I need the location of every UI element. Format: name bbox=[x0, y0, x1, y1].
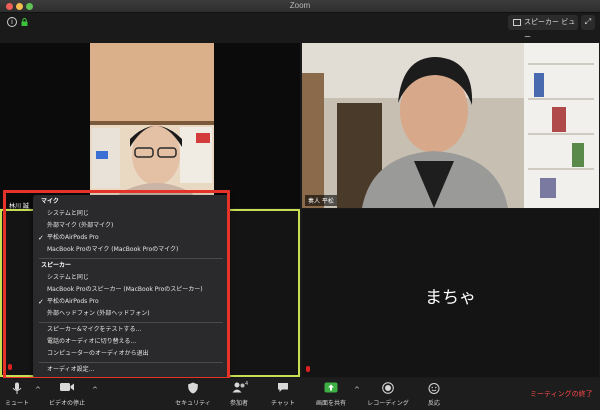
info-icon[interactable]: i bbox=[7, 17, 17, 27]
window-title: Zoom bbox=[289, 1, 311, 10]
menu-divider bbox=[39, 322, 223, 323]
mic-option-label: システムと同じ bbox=[47, 210, 89, 217]
grid-icon bbox=[513, 19, 521, 26]
speaker-option-selected[interactable]: ✓ 平松のAirPods Pro bbox=[33, 296, 229, 308]
mic-option-label: 平松のAirPods Pro bbox=[47, 234, 99, 241]
speaker-option[interactable]: 外部ヘッドフォン (外部ヘッドフォン) bbox=[33, 308, 229, 320]
stop-video-button[interactable]: ビデオの停止 bbox=[44, 378, 90, 410]
mic-option[interactable]: MacBook Proのマイク (MacBook Proのマイク) bbox=[33, 244, 229, 256]
window-titlebar: Zoom bbox=[0, 0, 600, 13]
security-button[interactable]: セキュリティ bbox=[168, 378, 218, 410]
speaker-view-label: スピーカー ビュー bbox=[524, 18, 576, 41]
fullscreen-icon[interactable]: ⤢ bbox=[581, 15, 595, 30]
leave-computer-audio-item[interactable]: コンピューターのオーディオから退出 bbox=[33, 348, 229, 360]
share-screen-label: 画面を共有 bbox=[315, 400, 346, 407]
security-label: セキュリティ bbox=[175, 400, 211, 407]
participant-name-bottom-left: 林川 誠 bbox=[9, 203, 29, 210]
record-button[interactable]: レコーディング bbox=[363, 378, 413, 410]
participants-count: 4 bbox=[245, 381, 249, 387]
participant-name-top-right: 奏人 平松 bbox=[305, 195, 337, 206]
speaker-option[interactable]: MacBook Proのスピーカー (MacBook Proのスピーカー) bbox=[33, 284, 229, 296]
record-label: レコーディング bbox=[367, 400, 409, 407]
video-camera-icon bbox=[60, 383, 74, 391]
mic-section-header: マイク bbox=[41, 198, 59, 205]
meeting-toolbar: ミュート ^ ビデオの停止 ^ セキュリティ 4 参加者 チャット 画面を共有 … bbox=[0, 378, 600, 410]
participants-label: 参加者 bbox=[229, 400, 248, 407]
muted-mic-icon bbox=[306, 366, 310, 372]
end-meeting-button[interactable]: ミーティングの終了 bbox=[530, 389, 593, 399]
reactions-icon bbox=[428, 383, 440, 394]
participants-button[interactable]: 4 参加者 bbox=[226, 378, 252, 410]
reactions-button[interactable]: 反応 bbox=[420, 378, 448, 410]
audio-settings-item[interactable]: オーディオ設定... bbox=[33, 364, 229, 376]
shield-icon bbox=[188, 382, 198, 394]
muted-mic-icon bbox=[8, 364, 12, 370]
speaker-section-header: スピーカー bbox=[41, 262, 72, 269]
video-tile-top-left[interactable] bbox=[0, 43, 300, 208]
participants-icon bbox=[232, 382, 245, 393]
speaker-option[interactable]: システムと同じ bbox=[33, 272, 229, 284]
video-tile-top-right[interactable]: 奏人 平松 bbox=[302, 43, 599, 208]
speaker-option-label: システムと同じ bbox=[47, 274, 89, 281]
share-options-caret[interactable]: ^ bbox=[354, 386, 360, 394]
speaker-option-label: 外部ヘッドフォン (外部ヘッドフォン) bbox=[47, 310, 150, 317]
video-frame-top-left bbox=[0, 43, 300, 208]
reactions-label: 反応 bbox=[427, 400, 440, 407]
chat-button[interactable]: チャット bbox=[268, 378, 298, 410]
video-tile-bottom-right[interactable]: まちゃ bbox=[302, 209, 599, 377]
chat-icon bbox=[278, 383, 288, 392]
mute-button[interactable]: ミュート bbox=[0, 378, 34, 410]
microphone-icon bbox=[12, 382, 22, 394]
lock-icon[interactable] bbox=[21, 18, 28, 26]
chat-label: チャット bbox=[271, 400, 295, 407]
mic-option-label: 外部マイク (外部マイク) bbox=[47, 222, 114, 229]
menu-divider bbox=[39, 258, 223, 259]
speaker-view-button[interactable]: スピーカー ビュー bbox=[508, 15, 578, 41]
checkmark-icon: ✓ bbox=[38, 234, 44, 242]
audio-options-caret[interactable]: ^ bbox=[35, 386, 41, 394]
switch-phone-audio-item[interactable]: 電話のオーディオに切り替える... bbox=[33, 336, 229, 348]
stop-video-label: ビデオの停止 bbox=[48, 400, 85, 407]
checkmark-icon: ✓ bbox=[38, 298, 44, 306]
participant-display-name: まちゃ bbox=[425, 288, 476, 308]
speaker-option-label: MacBook Proのスピーカー (MacBook Proのスピーカー) bbox=[47, 286, 203, 293]
mic-option-label: MacBook Proのマイク (MacBook Proのマイク) bbox=[47, 246, 179, 253]
mic-option-selected[interactable]: ✓ 平松のAirPods Pro bbox=[33, 232, 229, 244]
test-speaker-mic-item[interactable]: スピーカー&マイクをテストする... bbox=[33, 324, 229, 336]
record-icon bbox=[382, 382, 394, 394]
mic-option[interactable]: システムと同じ bbox=[33, 208, 229, 220]
audio-options-menu: マイク システムと同じ 外部マイク (外部マイク) ✓ 平松のAirPods P… bbox=[33, 195, 229, 378]
share-screen-icon bbox=[324, 382, 338, 393]
mic-option[interactable]: 外部マイク (外部マイク) bbox=[33, 220, 229, 232]
video-options-caret[interactable]: ^ bbox=[92, 386, 98, 394]
speaker-option-label: 平松のAirPods Pro bbox=[47, 298, 99, 305]
video-frame-top-right bbox=[302, 43, 599, 208]
mute-label: ミュート bbox=[4, 400, 29, 407]
menu-divider bbox=[39, 362, 223, 363]
share-screen-button[interactable]: 画面を共有 bbox=[309, 378, 353, 410]
